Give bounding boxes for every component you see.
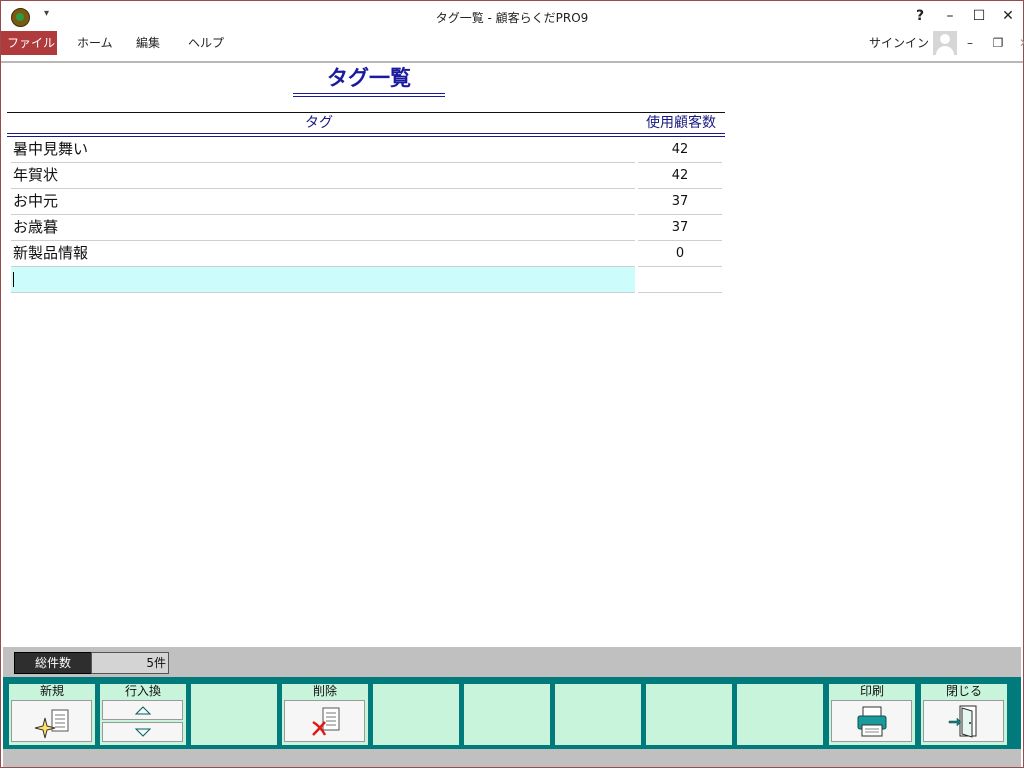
doc-restore-icon[interactable]: ❐ (989, 33, 1007, 53)
window-title: タグ一覧 - 顧客らくだPRO9 (435, 11, 589, 25)
avatar[interactable] (933, 31, 957, 55)
page-title: タグ一覧 (327, 66, 411, 90)
function-key-bar: 新規 行入換 削除 印刷 閉じる (3, 677, 1021, 749)
fkey-print: 印刷 (829, 684, 915, 745)
printer-icon (857, 706, 887, 737)
fkey-empty-8 (646, 684, 732, 745)
tag-cell[interactable]: お歳暮 (11, 215, 635, 241)
print-label: 印刷 (859, 684, 884, 698)
table-row[interactable]: お歳暮 37 (7, 215, 725, 241)
column-header-tag[interactable]: タグ (7, 113, 631, 133)
fkey-empty-5 (373, 684, 459, 745)
count-cell (638, 267, 722, 293)
tag-cell[interactable]: 新製品情報 (11, 241, 635, 267)
count-cell: 37 (638, 215, 722, 241)
doc-minimize-icon[interactable]: – (961, 33, 979, 53)
count-cell: 0 (638, 241, 722, 267)
close-icon[interactable]: ✕ (997, 5, 1019, 27)
window-bottom-strip (3, 749, 1021, 767)
menu-file[interactable]: ファイル (1, 31, 57, 55)
fkey-empty-3 (191, 684, 277, 745)
move-down-button[interactable] (102, 722, 183, 742)
table-row[interactable]: 新製品情報 0 (7, 241, 725, 267)
title-underline (293, 93, 445, 94)
menu-home[interactable]: ホーム (73, 31, 117, 55)
tag-cell[interactable]: お中元 (11, 189, 635, 215)
count-cell: 42 (638, 163, 722, 189)
reorder-label: 行入換 (124, 684, 161, 698)
table-row[interactable]: お中元 37 (7, 189, 725, 215)
table-row[interactable]: 暑中見舞い 42 (7, 137, 725, 163)
menu-edit[interactable]: 編集 (132, 31, 164, 55)
fkey-delete: 削除 (282, 684, 368, 745)
app-window: ▾ タグ一覧 - 顧客らくだPRO9 ? – ☐ ✕ ファイル ホーム 編集 ヘ… (0, 0, 1024, 768)
new-tag-row[interactable] (7, 267, 725, 293)
new-sparkle-document-icon (34, 709, 69, 739)
doc-close-icon[interactable]: ✕ (1015, 33, 1024, 53)
status-bar: 総件数 5件 (3, 647, 1021, 677)
signin-link[interactable]: サインイン (869, 31, 929, 55)
close-label: 閉じる (945, 684, 982, 698)
new-label: 新規 (39, 684, 64, 698)
new-button[interactable] (11, 700, 92, 742)
count-cell: 37 (638, 189, 722, 215)
tag-cell[interactable]: 暑中見舞い (11, 137, 635, 163)
count-cell: 42 (638, 137, 722, 163)
help-icon[interactable]: ? (909, 5, 931, 27)
new-tag-input[interactable] (11, 267, 635, 293)
text-caret (13, 272, 14, 287)
title-bar: ▾ タグ一覧 - 顧客らくだPRO9 ? – ☐ ✕ (1, 1, 1023, 31)
table-row[interactable]: 年賀状 42 (7, 163, 725, 189)
minimize-icon[interactable]: – (939, 5, 961, 27)
tag-cell[interactable]: 年賀状 (11, 163, 635, 189)
move-up-button[interactable] (102, 700, 183, 720)
delete-label: 削除 (312, 684, 337, 698)
delete-button[interactable] (284, 700, 365, 742)
fkey-reorder: 行入換 (100, 684, 186, 745)
title-underline (293, 96, 445, 97)
triangle-down-icon (134, 728, 152, 737)
header-divider (7, 133, 725, 134)
fkey-empty-6 (464, 684, 550, 745)
print-button[interactable] (831, 700, 912, 742)
exit-door-icon (948, 705, 977, 738)
triangle-up-icon (134, 706, 152, 715)
menu-help[interactable]: ヘルプ (184, 31, 228, 55)
delete-x-document-icon (312, 707, 340, 736)
fkey-close: 閉じる (921, 684, 1007, 745)
column-header-count[interactable]: 使用顧客数 (637, 113, 725, 133)
total-count-label: 総件数 (14, 652, 92, 674)
fkey-empty-9 (737, 684, 823, 745)
close-button[interactable] (923, 700, 1004, 742)
fkey-empty-7 (555, 684, 641, 745)
menu-bar: ファイル ホーム 編集 ヘルプ サインイン – ❐ ✕ (1, 31, 1024, 55)
maximize-icon[interactable]: ☐ (968, 5, 990, 27)
total-count-value: 5件 (91, 652, 169, 674)
fkey-new: 新規 (9, 684, 95, 745)
menu-divider (1, 61, 1023, 63)
